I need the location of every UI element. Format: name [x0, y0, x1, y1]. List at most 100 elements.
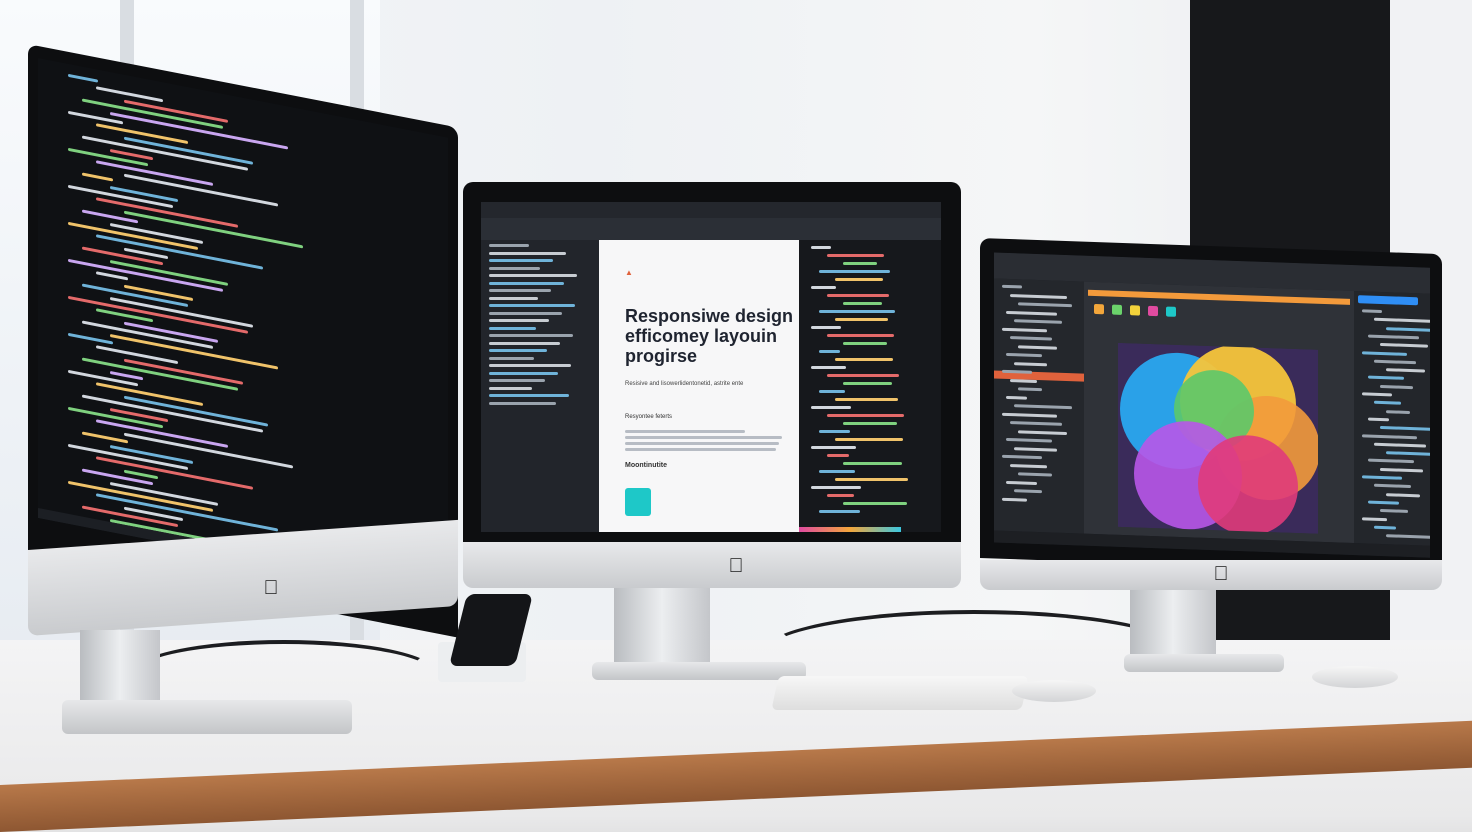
text-line	[843, 422, 897, 425]
panel-tab	[1358, 295, 1418, 306]
text-line	[124, 210, 303, 249]
text-line	[1368, 500, 1399, 505]
text-line	[1362, 309, 1382, 314]
text-line	[82, 394, 263, 433]
text-line	[827, 414, 904, 417]
text-line	[489, 266, 540, 270]
text-line	[843, 462, 902, 465]
text-line	[827, 254, 884, 257]
text-line	[68, 332, 113, 345]
text-line	[1386, 534, 1430, 540]
text-line	[843, 262, 877, 265]
text-line	[835, 478, 908, 481]
text-line	[843, 382, 892, 385]
document-tab	[1088, 289, 1350, 305]
text-line	[811, 246, 831, 249]
text-line	[819, 270, 890, 273]
text-line	[96, 271, 128, 281]
text-line	[1006, 310, 1057, 316]
text-line	[819, 510, 860, 513]
swatch-icon	[1166, 306, 1176, 317]
text-line	[819, 470, 855, 473]
text-line	[1014, 361, 1047, 366]
text-line	[843, 342, 887, 345]
title-line-1: Responsiwe design	[625, 306, 794, 326]
text-line	[1018, 472, 1052, 477]
text-line	[1380, 426, 1430, 432]
text-line	[110, 333, 278, 370]
apple-logo-icon: 	[727, 556, 745, 576]
text-line	[489, 274, 577, 277]
swatch-icon	[1112, 304, 1122, 315]
text-line	[489, 319, 549, 322]
text-line	[819, 350, 840, 353]
text-line	[1362, 392, 1392, 397]
text-line	[489, 401, 556, 405]
text-line	[1002, 497, 1027, 502]
text-line	[1386, 368, 1425, 373]
text-line	[835, 358, 893, 361]
text-line	[1014, 319, 1062, 324]
text-line	[835, 398, 898, 401]
text-line	[1386, 492, 1420, 497]
swatch-icon	[1094, 303, 1104, 315]
text-line	[489, 379, 545, 382]
text-line	[625, 448, 776, 451]
text-line	[835, 318, 888, 321]
status-bar	[799, 527, 901, 532]
text-line	[489, 364, 571, 367]
title-line-3: progirse	[625, 346, 698, 366]
text-line	[489, 251, 566, 255]
code-panel	[799, 240, 941, 532]
teal-thumbnail	[625, 488, 651, 516]
text-line	[489, 386, 532, 390]
text-line	[1374, 401, 1401, 405]
document-preview: ▲ Responsiwe design efficomey layouin pr…	[599, 240, 799, 532]
text-line	[1006, 395, 1027, 400]
text-line	[489, 349, 547, 352]
left-monitor-foot	[62, 700, 352, 734]
middle-monitor-stand	[614, 588, 710, 672]
text-line	[1010, 336, 1052, 341]
text-line	[827, 454, 849, 457]
text-line	[827, 294, 889, 297]
text-line	[1386, 451, 1430, 456]
text-line	[1368, 334, 1419, 340]
apple-logo-icon: 	[262, 578, 280, 598]
text-line	[1010, 378, 1037, 383]
text-line	[843, 302, 882, 305]
text-line	[82, 431, 128, 444]
text-line	[1006, 480, 1037, 485]
mouse	[1012, 680, 1096, 702]
keyboard	[771, 676, 1029, 710]
text-line	[489, 296, 538, 300]
text-line	[96, 419, 228, 449]
ide-screen: ▲ Responsiwe design efficomey layouin pr…	[481, 202, 941, 532]
text-line	[1362, 516, 1387, 521]
text-line	[811, 446, 856, 449]
photo-scene:  ▲ Responsiwe design efficomey layouin	[0, 0, 1472, 832]
text-line	[625, 436, 782, 439]
text-line	[1010, 421, 1062, 426]
document-title: Responsiwe design efficomey layouin prog…	[625, 306, 795, 366]
text-line	[811, 406, 851, 409]
text-line	[1386, 326, 1430, 332]
text-line	[124, 432, 293, 469]
phone-dock	[430, 594, 533, 682]
text-line	[1018, 387, 1042, 392]
file-explorer	[481, 240, 599, 532]
text-line	[811, 326, 841, 329]
text-line	[1002, 412, 1057, 418]
text-line	[489, 341, 560, 345]
text-line	[1380, 509, 1408, 514]
text-line	[625, 430, 745, 433]
text-line	[1362, 475, 1402, 480]
text-line	[819, 430, 850, 433]
text-line	[811, 286, 836, 289]
text-line	[82, 135, 248, 171]
right-monitor-bezel	[980, 238, 1442, 575]
swatch-icon	[1130, 305, 1140, 316]
text-line	[835, 278, 883, 281]
text-line	[1374, 484, 1411, 489]
text-line	[489, 289, 551, 292]
